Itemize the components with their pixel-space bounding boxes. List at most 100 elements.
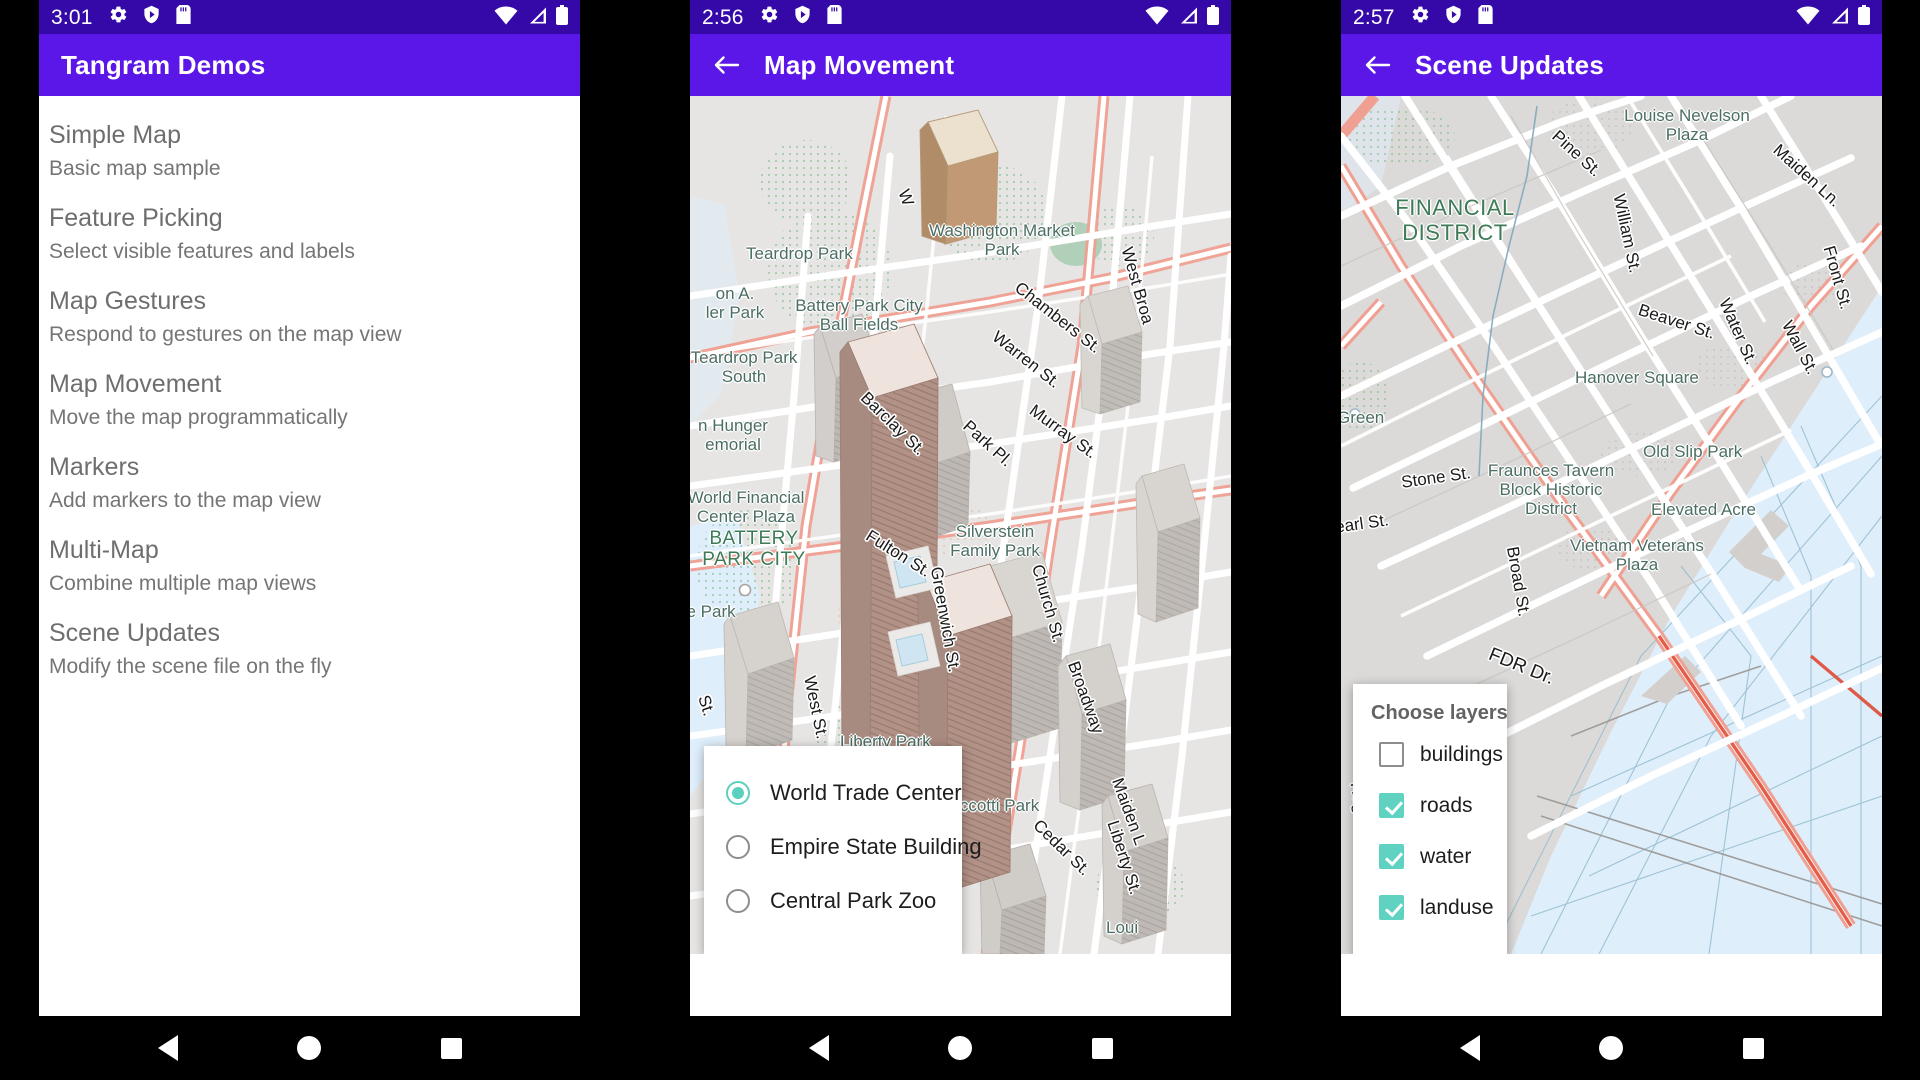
list-item-title: Multi-Map (49, 535, 159, 564)
screenshot-stage: 3:01 Tangram Demos Simple Map Basic map … (0, 0, 1920, 1080)
nav-back-button[interactable] (1450, 1028, 1490, 1068)
list-item-feature-picking[interactable]: Feature Picking Select visible features … (39, 193, 580, 276)
list-item-subtitle: Combine multiple map views (49, 571, 317, 595)
page-title: Scene Updates (1415, 49, 1605, 80)
nav-recents-button[interactable] (1733, 1028, 1773, 1068)
list-item-subtitle: Respond to gestures on the map view (49, 322, 402, 346)
radio-button-selected-icon[interactable] (726, 781, 750, 805)
checkbox-option-buildings[interactable]: buildings (1353, 729, 1507, 780)
checkbox-option-label: roads (1420, 793, 1473, 817)
square-recents-icon (1091, 1037, 1113, 1059)
nav-recents-button[interactable] (1082, 1028, 1122, 1068)
checkbox-option-landuse[interactable]: landuse (1353, 882, 1507, 933)
arrow-left-icon (1365, 56, 1391, 74)
list-item-subtitle: Modify the scene file on the fly (49, 654, 332, 678)
checkbox-option-label: landuse (1420, 895, 1494, 919)
sd-card-icon (1477, 5, 1494, 29)
status-bar: 2:56 (690, 0, 1231, 34)
list-item-title: Simple Map (49, 121, 181, 149)
nav-home-button[interactable] (289, 1028, 329, 1068)
checkbox-option-roads[interactable]: roads (1353, 780, 1507, 831)
list-item-title: Markers (49, 452, 140, 481)
status-bar: 2:57 (1341, 0, 1882, 34)
battery-icon (1858, 4, 1870, 30)
demos-list: Simple Map Basic map sample Feature Pick… (39, 96, 580, 1016)
status-bar-system-icons (1796, 4, 1870, 30)
radio-option-central-park-zoo[interactable]: Central Park Zoo (704, 874, 962, 928)
app-bar-scene-updates: Scene Updates (1341, 34, 1882, 96)
list-item-map-movement[interactable]: Map Movement Move the map programmatical… (39, 359, 580, 442)
page-title: Tangram Demos (61, 49, 266, 80)
checkbox-option-label: buildings (1420, 742, 1503, 766)
page-title: Map Movement (764, 49, 955, 80)
phone-screen-demos-list: 3:01 Tangram Demos Simple Map Basic map … (39, 0, 580, 1016)
status-bar-notification-icons (1411, 5, 1494, 29)
circle-home-icon (297, 1036, 322, 1060)
list-item-subtitle: Select visible features and labels (49, 239, 355, 263)
radio-option-label: World Trade Center (770, 780, 962, 805)
android-navigation-bar (0, 1016, 1920, 1080)
cell-signal-icon (1829, 6, 1849, 30)
nav-back-button[interactable] (148, 1028, 188, 1068)
nav-group-2 (690, 1016, 1231, 1080)
status-bar: 3:01 (39, 0, 580, 34)
status-bar-system-icons (494, 4, 568, 30)
status-bar-notification-icons (760, 5, 843, 29)
wifi-icon (494, 5, 518, 30)
play-shield-icon (142, 5, 161, 29)
status-bar-clock: 2:57 (1353, 5, 1395, 29)
cell-signal-icon (527, 6, 547, 30)
back-button[interactable] (706, 44, 748, 86)
list-item-simple-map[interactable]: Simple Map Basic map sample (39, 110, 580, 193)
map-view-movement[interactable]: Washington Market Park Teardrop Park on A… (690, 96, 1231, 954)
nav-recents-button[interactable] (431, 1028, 471, 1068)
radio-button-icon[interactable] (726, 889, 750, 913)
play-shield-icon (1444, 5, 1463, 29)
map-view-scene[interactable]: Louise Nevelson Plaza FINANCIAL DISTRICT H… (1341, 96, 1882, 954)
checkbox-checked-icon[interactable] (1379, 895, 1404, 920)
back-button[interactable] (1357, 44, 1399, 86)
radio-option-empire-state-building[interactable]: Empire State Building (704, 820, 982, 874)
status-bar-system-icons (1145, 4, 1219, 30)
list-item-scene-updates[interactable]: Scene Updates Modify the scene file on t… (39, 608, 580, 691)
radio-option-label: Central Park Zoo (770, 888, 937, 913)
list-item-markers[interactable]: Markers Add markers to the map view (39, 442, 580, 525)
checkbox-option-label: water (1420, 844, 1472, 868)
nav-group-3 (1341, 1016, 1882, 1080)
checkbox-checked-icon[interactable] (1379, 844, 1404, 869)
choose-layers-dialog[interactable]: Choose layers buildings roads water land… (1353, 684, 1508, 954)
status-bar-clock: 2:56 (702, 5, 744, 29)
checkbox-checked-icon[interactable] (1379, 793, 1404, 818)
list-item-map-gestures[interactable]: Map Gestures Respond to gestures on the … (39, 276, 580, 359)
location-chooser-dialog[interactable]: World Trade Center Empire State Building… (704, 746, 982, 954)
radio-button-icon[interactable] (726, 835, 750, 859)
triangle-back-icon (1459, 1035, 1480, 1061)
list-item-title: Map Movement (49, 369, 222, 398)
nav-home-button[interactable] (1591, 1028, 1631, 1068)
sd-card-icon (175, 5, 192, 29)
checkbox-unchecked-icon[interactable] (1379, 742, 1404, 767)
list-item-title: Feature Picking (49, 203, 223, 232)
sd-card-icon (826, 5, 843, 29)
gear-icon (109, 5, 128, 29)
app-bar-demos: Tangram Demos (39, 34, 580, 96)
list-item-title: Scene Updates (49, 618, 220, 647)
square-recents-icon (440, 1037, 462, 1059)
arrow-left-icon (714, 56, 740, 74)
gear-icon (1411, 5, 1430, 29)
status-bar-notification-icons (109, 5, 192, 29)
circle-home-icon (948, 1036, 973, 1060)
gear-icon (760, 5, 779, 29)
dialog-title: Choose layers (1371, 702, 1508, 724)
phone-screen-map-movement: 2:56 Map Movement Washington Market Park… (690, 0, 1231, 1016)
wifi-icon (1145, 5, 1169, 30)
list-item-multi-map[interactable]: Multi-Map Combine multiple map views (39, 525, 580, 608)
radio-option-label: Empire State Building (770, 834, 982, 859)
nav-home-button[interactable] (940, 1028, 980, 1068)
battery-icon (1207, 4, 1219, 30)
radio-option-world-trade-center[interactable]: World Trade Center (704, 766, 962, 820)
nav-back-button[interactable] (799, 1028, 839, 1068)
checkbox-option-water[interactable]: water (1353, 831, 1507, 882)
phone-screen-scene-updates: 2:57 Scene Updates Louise Nevelson Plaza… (1341, 0, 1882, 1016)
battery-icon (556, 4, 568, 30)
